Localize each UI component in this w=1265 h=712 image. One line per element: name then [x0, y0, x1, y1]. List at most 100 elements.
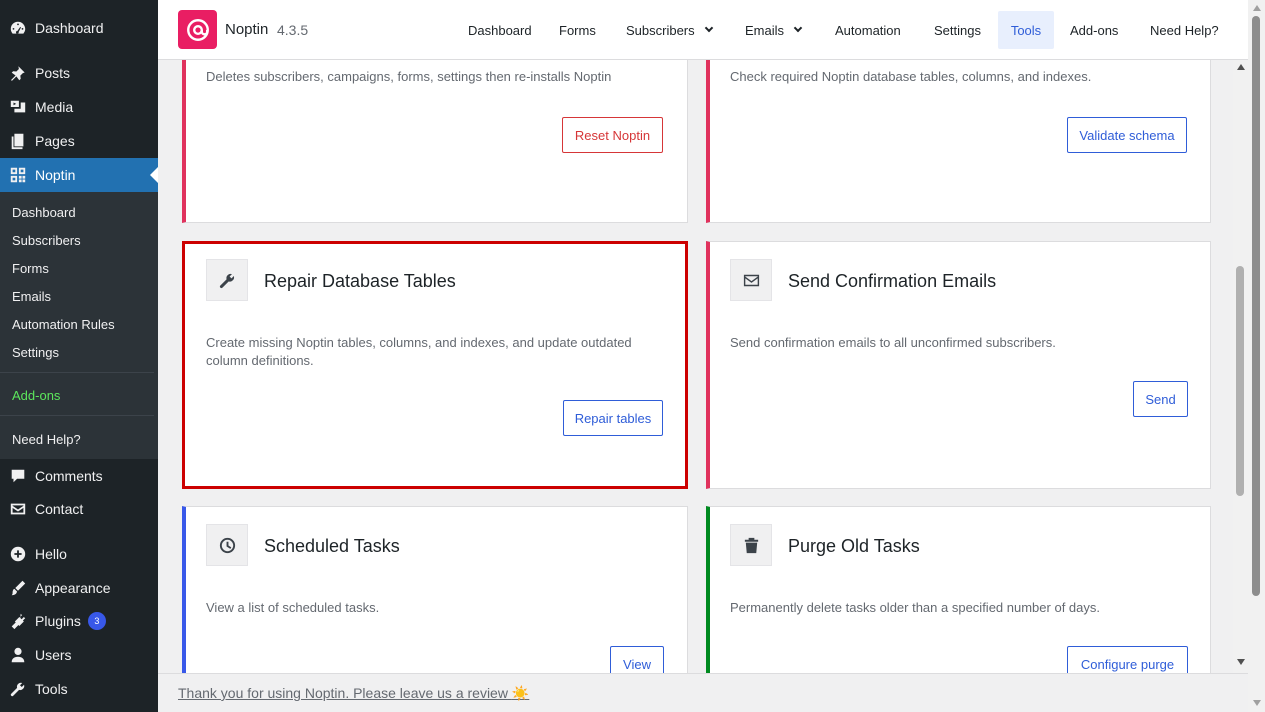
menu-tools[interactable]: Tools — [0, 672, 158, 706]
tools-content: Deletes subscribers, campaigns, forms, s… — [158, 60, 1233, 673]
reset-noptin-description: Deletes subscribers, campaigns, forms, s… — [206, 69, 612, 84]
menu-contact[interactable]: Contact — [0, 492, 158, 526]
reset-noptin-card: Deletes subscribers, campaigns, forms, s… — [182, 60, 688, 223]
validate-schema-button[interactable]: Validate schema — [1067, 117, 1187, 153]
pages-icon — [0, 132, 35, 150]
scheduled-tasks-title: Scheduled Tasks — [264, 536, 400, 556]
nav-subscribers-label: Subscribers — [626, 22, 695, 38]
admin-footer: Thank you for using Noptin. Please leave… — [158, 673, 1248, 712]
review-link[interactable]: Thank you for using Noptin. Please leave… — [178, 685, 529, 702]
pin-icon — [0, 64, 35, 82]
plus-circle-icon — [0, 545, 35, 563]
media-icon — [0, 98, 35, 116]
menu-posts[interactable]: Posts — [0, 56, 158, 90]
nav-settings[interactable]: Settings — [924, 11, 991, 49]
menu-dashboard[interactable]: Dashboard — [0, 11, 158, 45]
noptin-submenu: Dashboard Subscribers Forms Emails Autom… — [0, 192, 158, 459]
review-link-text: Thank you for using Noptin. Please leave… — [178, 685, 508, 701]
menu-hello-label: Hello — [35, 546, 67, 562]
validate-schema-card: Check required Noptin database tables, c… — [706, 60, 1211, 223]
brush-icon — [0, 579, 35, 597]
submenu-forms[interactable]: Forms — [12, 261, 49, 276]
submenu-divider — [0, 415, 154, 416]
menu-plugins-label: Plugins — [35, 613, 81, 629]
menu-noptin[interactable]: Noptin — [0, 158, 158, 192]
nav-dashboard[interactable]: Dashboard — [458, 11, 542, 49]
envelope-icon — [730, 259, 772, 301]
menu-comments-label: Comments — [35, 468, 103, 484]
scheduled-tasks-description: View a list of scheduled tasks. — [206, 600, 380, 615]
nav-automation[interactable]: Automation — [825, 11, 911, 49]
purge-old-tasks-title: Purge Old Tasks — [788, 536, 920, 556]
scheduled-tasks-card: Scheduled Tasks View a list of scheduled… — [182, 506, 688, 673]
dashboard-icon — [0, 19, 35, 37]
scroll-up-arrow-icon[interactable] — [1253, 5, 1261, 11]
nav-emails[interactable]: Emails — [735, 11, 811, 49]
menu-appearance[interactable]: Appearance — [0, 571, 158, 605]
nav-tools[interactable]: Tools — [998, 11, 1054, 49]
send-confirmation-button[interactable]: Send — [1133, 381, 1188, 417]
nav-forms[interactable]: Forms — [549, 11, 606, 49]
user-icon — [0, 646, 35, 664]
noptin-header: Noptin 4.3.5 Dashboard Forms Subscribers… — [158, 0, 1248, 60]
nav-subscribers[interactable]: Subscribers — [616, 11, 722, 49]
validate-schema-description: Check required Noptin database tables, c… — [730, 69, 1092, 84]
chevron-down-icon — [704, 23, 713, 33]
wrench-icon — [0, 680, 35, 698]
nav-need-help-label: Need Help? — [1150, 22, 1219, 38]
reset-noptin-button[interactable]: Reset Noptin — [562, 117, 663, 153]
menu-users-label: Users — [35, 647, 72, 663]
menu-tools-label: Tools — [35, 681, 68, 697]
menu-users[interactable]: Users — [0, 638, 158, 672]
content-scrollbar[interactable] — [1233, 60, 1248, 673]
scroll-down-arrow-icon[interactable] — [1237, 659, 1245, 665]
purge-old-tasks-card: Purge Old Tasks Permanently delete tasks… — [706, 506, 1211, 673]
chevron-down-icon — [793, 23, 803, 33]
scroll-up-arrow-icon[interactable] — [1237, 64, 1245, 70]
nav-need-help[interactable]: Need Help? — [1140, 11, 1229, 49]
nav-settings-label: Settings — [934, 22, 981, 38]
submenu-need-help[interactable]: Need Help? — [12, 432, 81, 447]
menu-posts-label: Posts — [35, 65, 71, 81]
wrench-icon — [206, 259, 248, 301]
configure-purge-button[interactable]: Configure purge — [1067, 646, 1188, 673]
repair-database-tables-description: Create missing Noptin tables, columns, a… — [206, 335, 632, 368]
view-scheduled-tasks-button[interactable]: View — [610, 646, 664, 673]
nav-automation-label: Automation — [835, 22, 901, 38]
menu-noptin-label: Noptin — [35, 167, 76, 183]
menu-plugins[interactable]: Plugins 3 — [0, 604, 158, 638]
nav-add-ons-label: Add-ons — [1070, 22, 1119, 38]
comment-icon — [0, 467, 35, 485]
sun-icon: ☀️ — [511, 685, 530, 701]
repair-database-tables-title: Repair Database Tables — [264, 271, 456, 291]
brand-name: Noptin — [225, 21, 269, 38]
menu-media[interactable]: Media — [0, 90, 158, 124]
repair-tables-button[interactable]: Repair tables — [563, 400, 663, 436]
submenu-subscribers[interactable]: Subscribers — [12, 233, 81, 248]
window-scrollbar[interactable] — [1248, 0, 1265, 712]
submenu-dashboard[interactable]: Dashboard — [12, 205, 76, 220]
noptin-logo[interactable] — [178, 10, 217, 49]
nav-tools-label: Tools — [1010, 22, 1042, 38]
menu-comments[interactable]: Comments — [0, 459, 158, 493]
menu-media-label: Media — [35, 99, 74, 115]
repair-database-tables-card: Repair Database Tables Create missing No… — [182, 241, 688, 489]
submenu-automation-rules[interactable]: Automation Rules — [12, 317, 115, 332]
menu-contact-label: Contact — [35, 501, 84, 517]
submenu-emails[interactable]: Emails — [12, 289, 51, 304]
menu-pages[interactable]: Pages — [0, 124, 158, 158]
plugins-update-badge: 3 — [87, 612, 106, 630]
submenu-add-ons[interactable]: Add-ons — [12, 388, 60, 403]
menu-hello[interactable]: Hello — [0, 537, 158, 571]
nav-add-ons[interactable]: Add-ons — [1060, 11, 1128, 49]
clock-icon — [206, 524, 248, 566]
scroll-down-arrow-icon[interactable] — [1253, 700, 1261, 706]
submenu-settings[interactable]: Settings — [12, 345, 59, 360]
at-sign-icon — [186, 18, 209, 41]
plugin-icon — [0, 612, 35, 630]
menu-appearance-label: Appearance — [35, 580, 111, 596]
content-scrollbar-thumb[interactable] — [1236, 266, 1244, 496]
window-scrollbar-thumb[interactable] — [1252, 16, 1260, 596]
trash-icon — [730, 524, 772, 566]
send-confirmation-emails-card: Send Confirmation Emails Send confirmati… — [706, 241, 1211, 489]
